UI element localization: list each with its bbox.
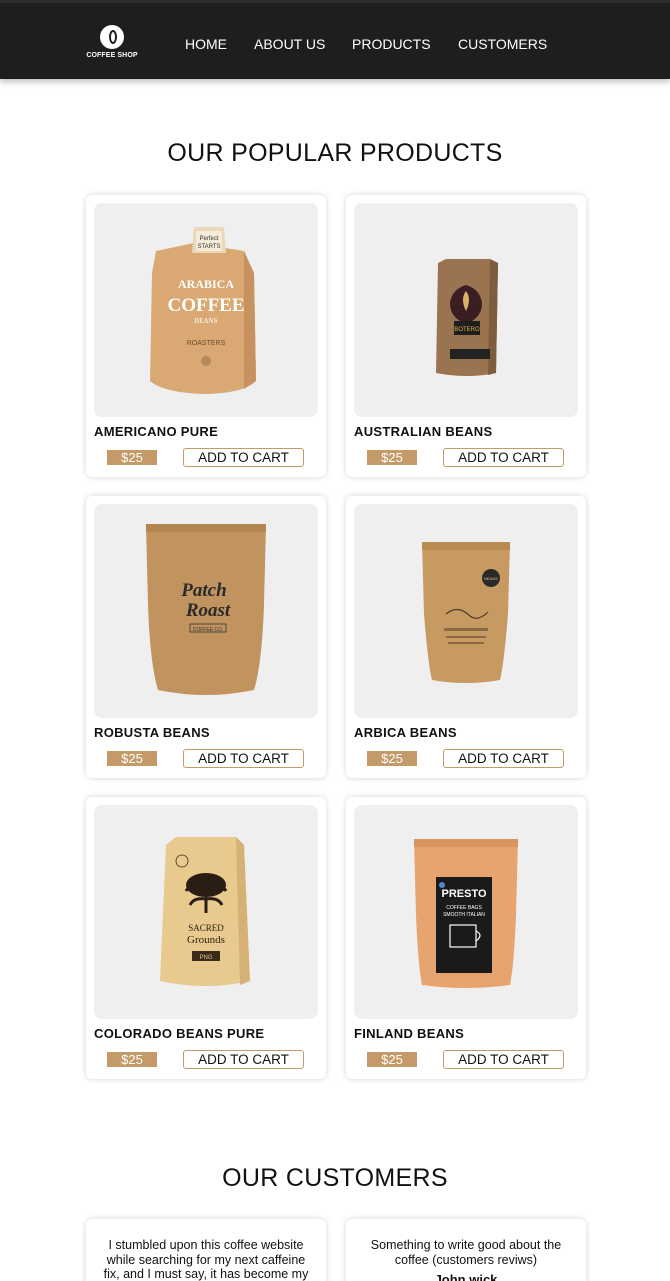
svg-text:Patch: Patch (180, 580, 226, 601)
customers-section-title: OUR CUSTOMERS (222, 1164, 448, 1192)
svg-text:PRESTO: PRESTO (441, 888, 486, 900)
product-image: PRESTO COFFEE BAGS SMOOTH ITALIAN (354, 805, 578, 1019)
product-name: AUSTRALIAN BEANS (354, 424, 493, 439)
svg-text:BEANS: BEANS (195, 317, 218, 325)
logo-text: COFFEE SHOP (86, 52, 138, 59)
price-badge: $25 (367, 450, 417, 465)
svg-text:COFFEE BAGS: COFFEE BAGS (446, 905, 482, 911)
svg-text:PNG: PNG (199, 955, 212, 961)
arabica-coffee-bag-image: Perfect STARTS ARABICA COFFEE BEANS ROAS… (150, 227, 256, 394)
product-image: SACRED Grounds PNG (94, 805, 318, 1019)
nav-about-us[interactable]: ABOUT US (254, 36, 325, 52)
price-badge: $25 (107, 450, 157, 465)
kraft-pouch-image: BEANS (422, 542, 510, 683)
price-badge: $25 (367, 1052, 417, 1067)
product-name: ROBUSTA BEANS (94, 725, 210, 740)
review-card: Something to write good about the coffee… (346, 1219, 586, 1281)
products-section-title: OUR POPULAR PRODUCTS (167, 139, 503, 167)
add-to-cart-button[interactable]: ADD TO CART (443, 1050, 564, 1069)
patch-roast-bag-image: Patch Roast COFFEE CO. (146, 524, 266, 695)
review-card: I stumbled upon this coffee website whil… (86, 1219, 326, 1281)
boteao-coffee-bag-image: BOTERO (436, 259, 498, 376)
svg-text:Perfect: Perfect (199, 236, 218, 242)
product-name: ARBICA BEANS (354, 725, 457, 740)
svg-text:ARABICA: ARABICA (178, 277, 234, 291)
product-name: FINLAND BEANS (354, 1026, 465, 1041)
price-badge: $25 (107, 751, 157, 766)
add-to-cart-button[interactable]: ADD TO CART (183, 1050, 304, 1069)
svg-text:Grounds: Grounds (187, 934, 225, 946)
svg-text:Roast: Roast (185, 600, 231, 621)
product-card: PRESTO COFFEE BAGS SMOOTH ITALIAN FINLAN… (346, 797, 586, 1079)
product-card: Patch Roast COFFEE CO. ROBUSTA BEANS $25… (86, 496, 326, 778)
product-image: BEANS (354, 504, 578, 718)
product-card: BOTERO AUSTRALIAN BEANS $25 ADD TO CART (346, 195, 586, 477)
review-text: Something to write good about the coffee… (370, 1238, 562, 1267)
nav-home[interactable]: HOME (185, 36, 227, 52)
product-card: Perfect STARTS ARABICA COFFEE BEANS ROAS… (86, 195, 326, 477)
svg-text:SMOOTH ITALIAN: SMOOTH ITALIAN (443, 912, 485, 918)
add-to-cart-button[interactable]: ADD TO CART (443, 749, 564, 768)
product-image: Patch Roast COFFEE CO. (94, 504, 318, 718)
svg-text:BOTERO: BOTERO (454, 327, 480, 333)
main-nav: HOME ABOUT US PRODUCTS CUSTOMERS (0, 36, 670, 52)
svg-text:STARTS: STARTS (197, 244, 220, 250)
add-to-cart-button[interactable]: ADD TO CART (183, 749, 304, 768)
svg-text:COFFEE CO.: COFFEE CO. (193, 627, 224, 633)
nav-customers[interactable]: CUSTOMERS (458, 36, 547, 52)
svg-text:ROASTERS: ROASTERS (187, 340, 226, 347)
svg-text:SACRED: SACRED (188, 923, 224, 933)
sacred-grounds-bag-image: SACRED Grounds PNG (160, 837, 250, 986)
top-navbar: COFFEE SHOP HOME ABOUT US PRODUCTS CUSTO… (0, 0, 670, 79)
product-card: SACRED Grounds PNG COLORADO BEANS PURE $… (86, 797, 326, 1079)
product-name: AMERICANO PURE (94, 424, 219, 439)
review-text: I stumbled upon this coffee website whil… (103, 1238, 309, 1281)
add-to-cart-button[interactable]: ADD TO CART (443, 448, 564, 467)
svg-text:BEANS: BEANS (484, 576, 498, 581)
price-badge: $25 (107, 1052, 157, 1067)
product-image: Perfect STARTS ARABICA COFFEE BEANS ROAS… (94, 203, 318, 417)
price-badge: $25 (367, 751, 417, 766)
product-image: BOTERO (354, 203, 578, 417)
svg-text:COFFEE: COFFEE (167, 295, 244, 316)
product-name: COLORADO BEANS PURE (94, 1026, 265, 1041)
review-author: John wick (434, 1272, 498, 1281)
nav-products[interactable]: PRODUCTS (352, 36, 431, 52)
presto-coffee-bags-image: PRESTO COFFEE BAGS SMOOTH ITALIAN (414, 839, 518, 988)
product-card: BEANS ARBICA BEANS $25 ADD TO CART (346, 496, 586, 778)
add-to-cart-button[interactable]: ADD TO CART (183, 448, 304, 467)
